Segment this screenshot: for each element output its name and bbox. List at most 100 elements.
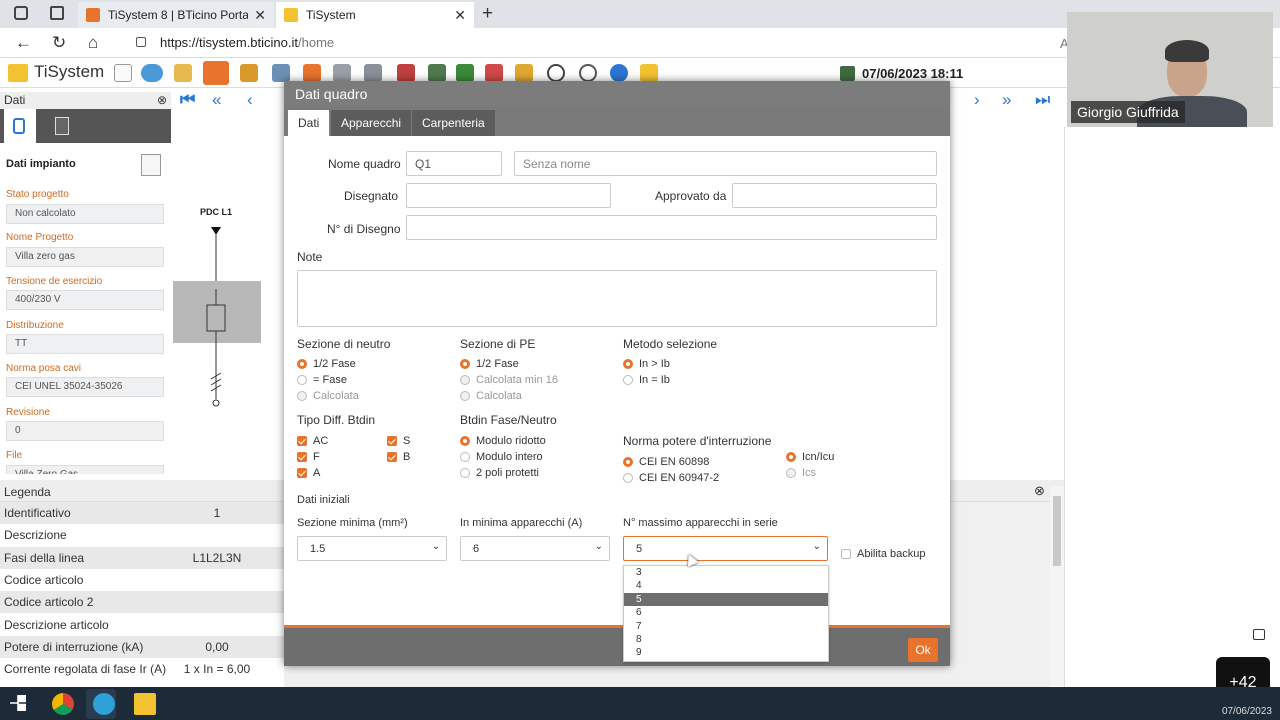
single-line-diagram[interactable]: PDC L1 [173, 205, 263, 415]
ics-option[interactable]: Ics [786, 467, 816, 479]
taskbar-date: 07/06/2023 [1221, 706, 1272, 717]
chrome-icon[interactable] [52, 693, 74, 715]
btdin-option-ridotto[interactable]: Modulo ridotto [460, 435, 546, 447]
file-explorer-icon[interactable] [134, 693, 156, 715]
dropdown-option[interactable]: 9 [624, 646, 828, 659]
norma-option-60898[interactable]: CEI EN 60898 [623, 456, 709, 468]
in-minima-select[interactable]: 6 ⌄ [460, 536, 610, 561]
neutro-option-half[interactable]: 1/2 Fase [297, 358, 356, 370]
dropdown-option[interactable]: 3 [624, 566, 828, 579]
next-icon[interactable]: › [974, 90, 980, 110]
dropdown-option[interactable]: 7 [624, 620, 828, 633]
info-icon[interactable] [610, 64, 628, 82]
radio-icon [460, 452, 470, 462]
back-icon[interactable]: ← [15, 33, 32, 53]
new-tab-icon[interactable]: + [482, 3, 493, 25]
icn-option[interactable]: Icn/Icu [786, 451, 834, 463]
checkbox-checked-icon [297, 436, 307, 446]
open-folder-icon[interactable] [174, 64, 192, 82]
hierarchy-icon[interactable] [364, 64, 382, 82]
scroll-thumb[interactable] [1053, 496, 1061, 566]
checkbox-label: S [403, 435, 411, 447]
chart-icon[interactable] [397, 64, 415, 82]
cloud-icon[interactable] [141, 64, 163, 82]
ok-button[interactable]: Ok [908, 638, 938, 662]
new-file-icon[interactable] [114, 64, 132, 82]
insert-line-icon[interactable] [303, 64, 321, 82]
tipo-ac-checkbox[interactable]: AC [297, 435, 328, 447]
dropdown-option[interactable]: 4 [624, 579, 828, 592]
first-page-icon[interactable]: ⏮ [180, 90, 195, 110]
close-tab-icon[interactable]: ✕ [254, 7, 266, 24]
abilita-backup-checkbox[interactable]: Abilita backup [841, 548, 926, 560]
tab-carpenteria[interactable]: Carpenteria [412, 110, 495, 136]
edit-data-icon[interactable] [141, 154, 161, 176]
checkbox-label: AC [313, 435, 329, 447]
tipo-b-checkbox[interactable]: B [387, 451, 410, 463]
save-icon[interactable] [840, 66, 855, 81]
descrizione-quadro-input[interactable]: Senza nome [514, 151, 937, 176]
legenda-scrollbar[interactable] [1050, 486, 1064, 686]
nome-quadro-input[interactable]: Q1 [406, 151, 502, 176]
tab-actions-icon[interactable] [50, 6, 64, 20]
close-legenda-icon[interactable]: ⊗ [1034, 483, 1045, 499]
browser-tab-portale[interactable]: TiSystem 8 | BTicino Portale Profe ✕ [78, 2, 274, 28]
btdin-option-2poli[interactable]: 2 poli protetti [460, 467, 539, 479]
reload-icon[interactable]: ↻ [52, 33, 66, 53]
tipo-a-checkbox[interactable]: A [297, 467, 320, 479]
settings-icon[interactable] [579, 64, 597, 82]
legenda-value: L1L2L3N [192, 551, 242, 565]
norma-option-60947[interactable]: CEI EN 60947-2 [623, 472, 719, 484]
close-panel-icon[interactable]: ⊗ [157, 93, 167, 107]
legenda-key: Identificativo [4, 506, 71, 520]
approvato-input[interactable] [732, 183, 937, 208]
metodo-option-eq[interactable]: In = Ib [623, 374, 670, 386]
tab-dati[interactable]: Dati [288, 110, 330, 136]
verify-icon[interactable] [456, 64, 474, 82]
fast-back-icon[interactable]: « [212, 90, 221, 110]
btdin-option-intero[interactable]: Modulo intero [460, 451, 543, 463]
dropdown-option[interactable]: 8 [624, 633, 828, 646]
radio-label: Calcolata min 16 [476, 374, 558, 386]
print-icon[interactable] [272, 64, 290, 82]
pe-option-half[interactable]: 1/2 Fase [460, 358, 519, 370]
dropdown-option[interactable]: 6 [624, 606, 828, 619]
participant-video[interactable]: Giorgio Giuffrida [1067, 12, 1273, 127]
neutro-option-calcolata[interactable]: Calcolata [297, 390, 359, 402]
tipo-s-checkbox[interactable]: S [387, 435, 410, 447]
prev-icon[interactable]: ‹ [247, 90, 253, 110]
neutro-option-equal[interactable]: = Fase [297, 374, 347, 386]
select-value: 6 [473, 543, 480, 555]
field-value-tensione: 400/230 V [6, 290, 164, 310]
fast-forward-icon[interactable]: » [1002, 90, 1011, 110]
lock-tool-icon[interactable] [515, 64, 533, 82]
sidebar-toggle-icon[interactable] [1253, 629, 1265, 640]
url-field[interactable]: https://tisystem.bticino.it/home [160, 35, 334, 50]
disegnato-input[interactable] [406, 183, 611, 208]
note-textarea[interactable] [297, 270, 937, 327]
tools-icon[interactable] [203, 61, 229, 85]
browser-tab-tisystem[interactable]: TiSystem ✕ [276, 2, 474, 28]
windows-start-icon[interactable] [10, 695, 26, 711]
pe-option-min16[interactable]: Calcolata min 16 [460, 374, 558, 386]
tipo-f-checkbox[interactable]: F [297, 451, 320, 463]
history-icon[interactable] [547, 64, 565, 82]
warning-icon[interactable] [640, 64, 658, 82]
calculate-icon[interactable] [428, 64, 446, 82]
erase-icon[interactable] [485, 64, 503, 82]
close-tab-icon[interactable]: ✕ [454, 7, 466, 24]
home-icon[interactable]: ⌂ [88, 33, 98, 53]
n-disegno-input[interactable] [406, 215, 937, 240]
dropdown-option-selected[interactable]: 5 [624, 592, 828, 607]
last-page-icon[interactable]: ⏭ [1035, 90, 1050, 110]
n-massimo-select[interactable]: 5 ⌄ [623, 536, 828, 561]
network-icon[interactable] [333, 64, 351, 82]
workspaces-icon[interactable] [14, 6, 28, 20]
wizard-icon[interactable] [240, 64, 258, 82]
checkbox-label: Abilita backup [857, 548, 926, 560]
sezione-minima-select[interactable]: 1.5 ⌄ [297, 536, 447, 561]
pe-option-calcolata[interactable]: Calcolata [460, 390, 522, 402]
metodo-option-gt[interactable]: In > Ib [623, 358, 670, 370]
panel-tab-icon[interactable] [55, 117, 69, 135]
tab-apparecchi[interactable]: Apparecchi [331, 110, 412, 136]
